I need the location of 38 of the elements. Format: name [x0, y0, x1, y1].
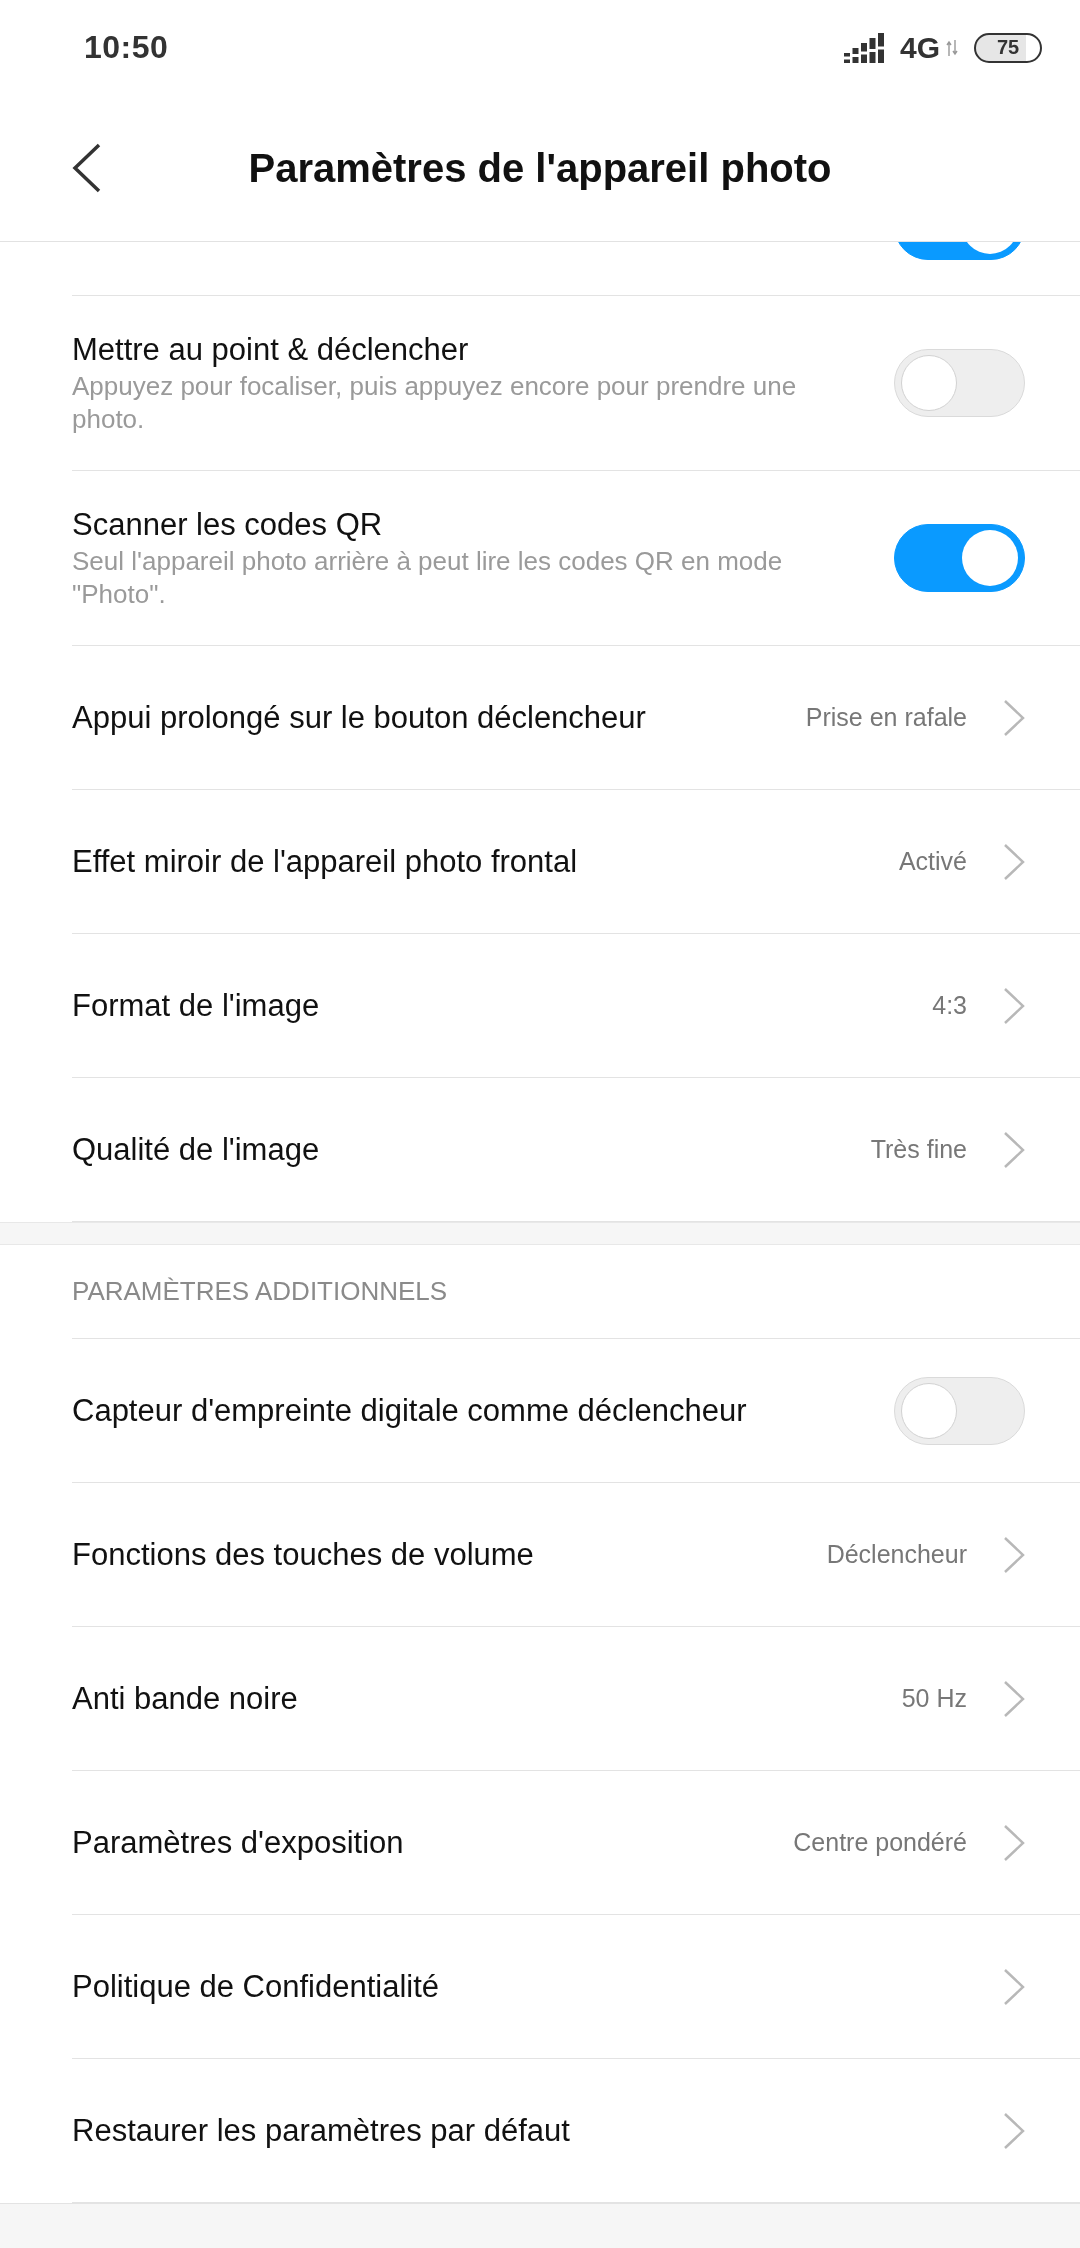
- setting-title[interactable]: Fonctions des touches de volume: [72, 1534, 534, 1575]
- setting-title[interactable]: Paramètres d'exposition: [72, 1822, 404, 1863]
- chevron-right-icon: [1003, 1130, 1025, 1169]
- battery-indicator: 75: [974, 32, 1042, 63]
- signal-icon: [843, 32, 886, 63]
- chevron-right-icon: [1003, 1679, 1025, 1718]
- setting-title[interactable]: Effet miroir de l'appareil photo frontal: [72, 841, 578, 882]
- chevron-right-icon: [1003, 698, 1025, 737]
- setting-value: 50 Hz: [901, 1684, 967, 1713]
- setting-title[interactable]: Politique de Confidentialité: [72, 1966, 440, 2007]
- back-icon: [72, 143, 102, 193]
- setting-title[interactable]: Appui prolongé sur le bouton déclencheur: [72, 697, 646, 738]
- setting-title: Mettre au point & déclencher: [72, 331, 469, 369]
- setting-title[interactable]: Anti bande noire: [72, 1678, 298, 1719]
- status-time: 10:50: [84, 29, 169, 66]
- setting-description: Seul l'appareil photo arrière à peut lire les codes QR en mode "Photo".: [72, 545, 784, 611]
- chevron-right-icon: [1003, 842, 1025, 881]
- page-title: Paramètres de l'appareil photo: [248, 145, 832, 191]
- section-heading: PARAMÈTRES ADDITIONNELS: [72, 1276, 448, 1307]
- setting-title[interactable]: Restaurer les paramètres par défaut: [72, 2110, 570, 2151]
- network-type: 4G: [899, 30, 940, 65]
- setting-title[interactable]: Qualité de l'image: [72, 1129, 320, 1170]
- data-arrows-icon: [946, 39, 958, 56]
- setting-value: 4:3: [932, 991, 967, 1020]
- setting-title: Capteur d'empreinte digitale comme déclencheur: [72, 1391, 747, 1430]
- chevron-right-icon: [1003, 1967, 1025, 2006]
- setting-value: Prise en rafale: [805, 703, 967, 732]
- setting-title[interactable]: Format de l'image: [72, 985, 320, 1026]
- setting-value: Centre pondéré: [793, 1828, 967, 1857]
- setting-value: Très fine: [870, 1135, 967, 1164]
- chevron-right-icon: [1003, 1535, 1025, 1574]
- chevron-right-icon: [1003, 1823, 1025, 1862]
- chevron-right-icon: [1003, 986, 1025, 1025]
- setting-title: Scanner les codes QR: [72, 506, 383, 544]
- setting-description: Appuyez pour focaliser, puis appuyez encore pour prendre une photo.: [72, 370, 798, 436]
- setting-value: Activé: [898, 847, 967, 876]
- chevron-right-icon: [1003, 2111, 1025, 2150]
- setting-value: Déclencheur: [826, 1540, 967, 1569]
